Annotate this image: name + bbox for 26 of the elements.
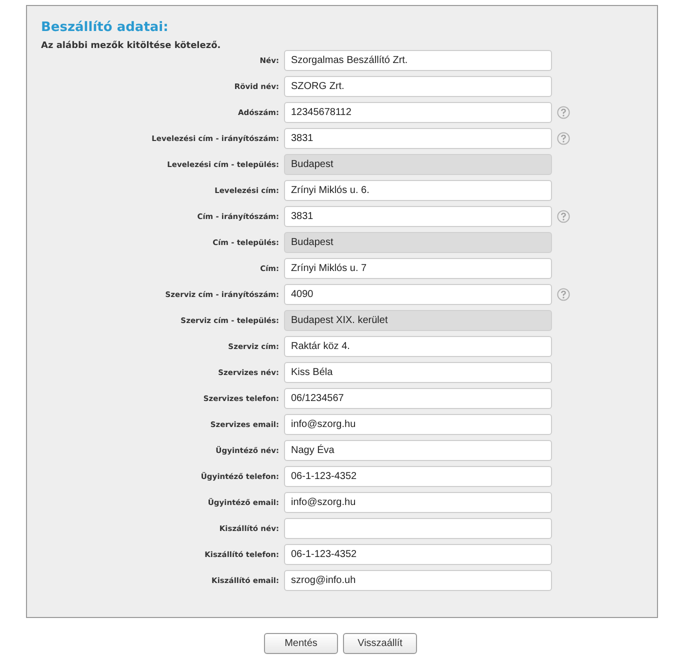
input-field[interactable]: Raktár köz 4. — [284, 336, 552, 357]
input-field[interactable]: info@szorg.hu — [284, 492, 552, 513]
input-field[interactable]: 3831 — [284, 206, 552, 227]
form-button[interactable]: Visszaállít — [343, 633, 417, 654]
input-field[interactable]: SZORG Zrt. — [284, 76, 552, 97]
form-button[interactable]: Mentés — [264, 633, 338, 654]
input-field[interactable]: 06/1234567 — [284, 388, 552, 409]
input-field[interactable]: 4090 — [284, 284, 552, 305]
required-note: Az alábbi mezők kitöltése kötelező. — [41, 40, 222, 52]
help-icon[interactable] — [557, 132, 570, 145]
help-icon[interactable] — [557, 106, 570, 119]
help-icon[interactable] — [557, 288, 570, 301]
input-field[interactable]: 06-1-123-4352 — [284, 544, 552, 565]
input-field[interactable]: Nagy Éva — [284, 440, 552, 461]
input-field[interactable]: Kiss Béla — [284, 362, 552, 383]
input-field[interactable]: 12345678112 — [284, 102, 552, 123]
input-field[interactable]: Szorgalmas Beszállító Zrt. — [284, 50, 552, 71]
form-title: Beszállító adatai: — [41, 20, 170, 36]
help-icon[interactable] — [557, 210, 570, 223]
input-field[interactable]: Zrínyi Miklós u. 7 — [284, 258, 552, 279]
input-field[interactable]: info@szorg.hu — [284, 414, 552, 435]
input-field[interactable] — [284, 518, 552, 539]
input-field[interactable]: 06-1-123-4352 — [284, 466, 552, 487]
input-field[interactable]: Zrínyi Miklós u. 6. — [284, 180, 552, 201]
input-field[interactable]: szrog@info.uh — [284, 570, 552, 591]
input-field[interactable]: 3831 — [284, 128, 552, 149]
